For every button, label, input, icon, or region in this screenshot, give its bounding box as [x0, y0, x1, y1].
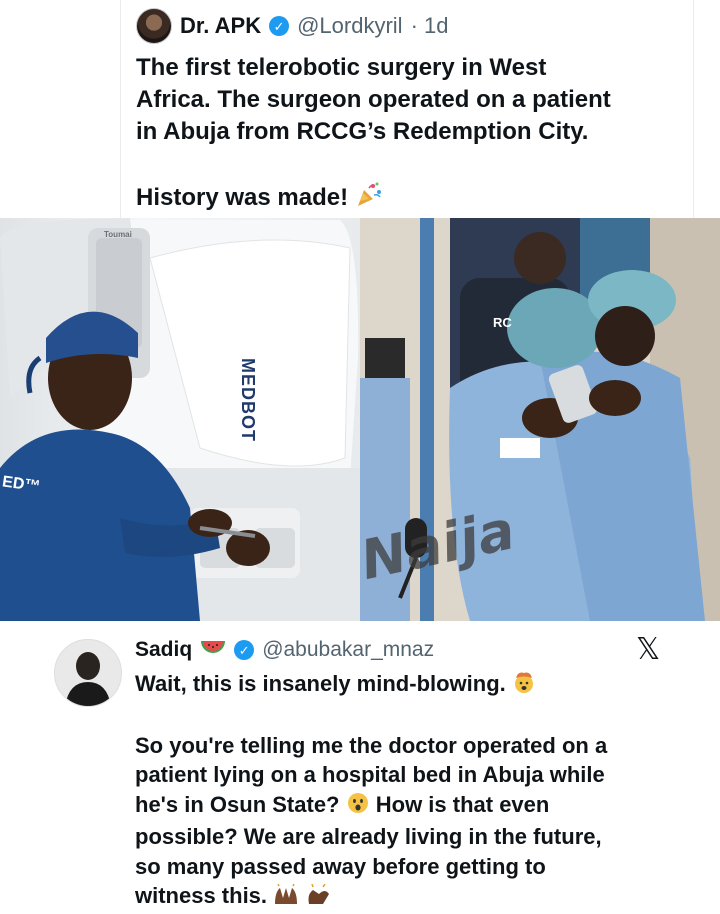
tweet-header: Dr. APK ✓ @Lordkyril · 1d: [136, 8, 448, 44]
raising-hands-icon: [273, 883, 299, 914]
tweet-photo[interactable]: MEDBOT Toumai ED™ RC: [0, 218, 720, 621]
author-name[interactable]: Dr. APK: [180, 13, 261, 39]
watermelon-icon: [200, 639, 226, 662]
reply-text-line: he's in Osun State? How is that even: [135, 790, 675, 823]
party-popper-icon: [355, 180, 383, 217]
author-name[interactable]: Sadiq: [135, 638, 192, 662]
clapping-hands-icon: [305, 883, 331, 914]
reply-text-line: so many passed away before getting to: [135, 853, 546, 879]
tweet-text: The first telerobotic surgery in West Af…: [136, 52, 676, 217]
console-top-label: Toumai: [104, 230, 132, 239]
reply-text-line: possible? We are already living in the f…: [135, 824, 602, 849]
avatar[interactable]: [54, 639, 122, 707]
author-handle[interactable]: @abubakar_mnaz: [262, 638, 434, 662]
background-sign: RC: [493, 315, 512, 330]
medbot-brand-label: MEDBOT: [238, 358, 258, 442]
doctors-hugging-illustration: [360, 218, 720, 621]
tweet-text-line: The first telerobotic surgery in West: [136, 54, 547, 81]
photo-surgeon-console: MEDBOT Toumai ED™: [0, 218, 360, 621]
tweet-text-line: Africa. The surgeon operated on a patien…: [136, 86, 611, 113]
verified-badge-icon: ✓: [269, 16, 290, 36]
photo-doctors-hugging: RC: [360, 218, 720, 621]
quoted-reply-tweet: Sadiq ✓ @abubakar_mnaz 𝕏 Wait, this is i…: [40, 621, 680, 908]
tweet-time[interactable]: · 1d: [411, 13, 449, 39]
original-tweet: Dr. APK ✓ @Lordkyril · 1d The first tele…: [0, 0, 720, 218]
reply-text-line: Wait, this is insanely mind-blowing.: [135, 669, 675, 702]
surgeon-console-illustration: [0, 218, 360, 621]
verified-badge-icon: ✓: [234, 640, 255, 660]
tweet-text-line: History was made!: [136, 180, 676, 217]
reply-text-line: So you're telling me the doctor operated…: [135, 732, 608, 758]
reply-text-line: witness this.: [135, 881, 675, 914]
reply-header: Sadiq ✓ @abubakar_mnaz: [135, 635, 434, 665]
avatar[interactable]: [136, 8, 172, 44]
astonished-face-icon: [346, 791, 370, 823]
tweet-text-line: in Abuja from RCCG’s Redemption City.: [136, 118, 589, 145]
x-logo-icon[interactable]: 𝕏: [636, 635, 664, 665]
author-handle[interactable]: @Lordkyril: [297, 13, 402, 39]
reply-text-line: patient lying on a hospital bed in Abuja…: [135, 762, 605, 787]
reply-text: Wait, this is insanely mind-blowing. So …: [135, 669, 675, 914]
exploding-head-icon: [512, 670, 536, 702]
